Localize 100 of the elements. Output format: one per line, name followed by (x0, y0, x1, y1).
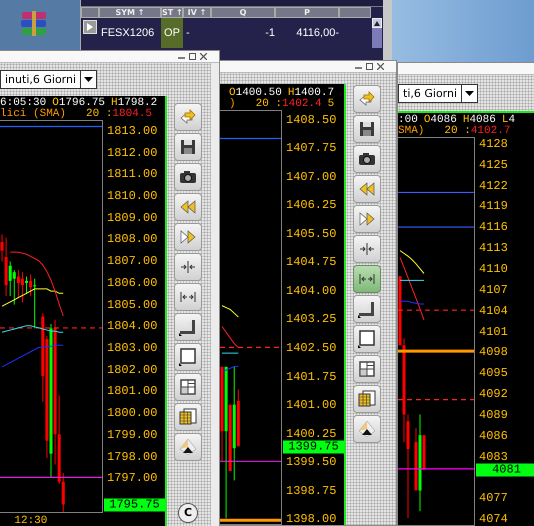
price-label: 1810.00 (107, 190, 158, 202)
expand-row-button[interactable] (83, 20, 97, 34)
price-label: 4110 (479, 262, 508, 275)
price-label: 1811.00 (107, 168, 158, 180)
price-label: 1402.50 (286, 342, 336, 354)
save-button[interactable] (174, 133, 202, 161)
quote-label: L (502, 115, 508, 126)
maximize-icon[interactable] (366, 63, 373, 70)
price-label: 1407.75 (286, 142, 336, 154)
pyramid-icon (357, 419, 377, 439)
fast-forward-button[interactable] (353, 205, 381, 233)
price-label: 1404.00 (286, 284, 336, 297)
table-cell-text: 4116,00- (295, 26, 339, 41)
table-cell-text: - (185, 26, 191, 41)
scrollbar[interactable] (372, 18, 382, 48)
zoom-out-button[interactable] (353, 265, 381, 293)
timeframe-dropdown[interactable]: inuti,6 Giorni (0, 70, 98, 89)
layout-button[interactable] (174, 373, 202, 401)
table-button[interactable] (174, 403, 202, 431)
quote-label: 20 : (444, 126, 471, 137)
save-button[interactable] (353, 115, 381, 143)
square-icon (357, 329, 377, 349)
price-label: 1401.75 (286, 370, 336, 382)
price-label: 1401.00 (286, 399, 336, 412)
price-label: 1806.00 (107, 276, 158, 289)
price-label: 1399.50 (286, 456, 336, 468)
quote-value: SMA) (398, 126, 424, 137)
quote-label: H (462, 115, 470, 126)
column-header[interactable]: Q (211, 7, 275, 18)
status-cell: OP (161, 18, 183, 48)
price-label: 1805.00 (107, 298, 158, 311)
price-label: 4077 (479, 492, 508, 504)
grid-icon (357, 359, 377, 379)
price-label: 1802.00 (107, 364, 158, 376)
quote-value: lici (SMA) (0, 109, 66, 120)
ruler-button[interactable] (353, 295, 381, 323)
last-price-tag: 4081 (476, 464, 534, 477)
quote-value: ) (229, 99, 236, 110)
table-cell-text: -1 (264, 26, 275, 41)
square-icon (178, 347, 198, 367)
play-icon (87, 23, 93, 31)
pyramid-icon (178, 437, 198, 457)
refresh-button[interactable] (353, 85, 381, 113)
pyramid-button[interactable] (174, 433, 202, 461)
price-label: 1801.00 (107, 385, 158, 398)
timeframe-dropdown[interactable]: ti,6 Giorni (398, 84, 478, 102)
ruler-button[interactable] (174, 313, 202, 341)
price-label: 4098 (479, 346, 508, 358)
price-label: 1407.00 (286, 170, 336, 183)
quote-label: 5 (328, 99, 334, 110)
save-icon (178, 137, 198, 157)
table-cell-text: FESX1206 (100, 26, 156, 41)
quote-value: 4086 (430, 115, 457, 126)
last-price-tag: 1795.75 (104, 498, 165, 512)
price-label: 1408.50 (286, 114, 336, 126)
ruler-icon (178, 317, 198, 337)
snapshot-button[interactable] (353, 145, 381, 173)
quote-value: 1796.75 (58, 98, 106, 109)
price-label: 4125 (479, 158, 508, 171)
pyramid-button[interactable] (353, 415, 381, 443)
price-label: 1808.00 (107, 233, 158, 246)
table-button[interactable] (353, 385, 381, 413)
price-label: 4116 (479, 221, 508, 234)
price-label: 4095 (479, 367, 508, 380)
price-label: 4122 (479, 180, 508, 192)
price-label: 4074 (479, 513, 508, 526)
zoom-out-button[interactable] (174, 283, 202, 311)
zoom-in-button[interactable] (353, 235, 381, 263)
scroll-up-icon[interactable] (374, 20, 380, 26)
price-label: 4089 (479, 408, 508, 421)
price-label: 1800.00 (107, 407, 158, 420)
snapshot-button[interactable] (174, 163, 202, 191)
layout-button[interactable] (353, 355, 381, 383)
price-label: 1803.00 (107, 342, 158, 354)
fast-forward-button[interactable] (174, 223, 202, 251)
price-label: 1404.75 (286, 256, 336, 268)
frame-button[interactable] (174, 343, 202, 371)
close-icon[interactable] (200, 53, 207, 60)
maximize-icon[interactable] (189, 53, 196, 60)
rewind-button[interactable] (174, 193, 202, 221)
column-header[interactable]: IV ↑ (183, 7, 211, 18)
grid-icon (178, 377, 198, 397)
close-icon[interactable] (377, 63, 384, 70)
column-header[interactable]: ST ↑ (161, 7, 183, 18)
time-label: 12:30 (14, 514, 48, 526)
caret-icon (84, 77, 94, 82)
quote-value: 6:05:30 (0, 98, 46, 109)
quote-value: 1798.2 (118, 98, 158, 109)
refresh-button[interactable] (174, 103, 202, 131)
price-label: 1809.00 (107, 212, 158, 224)
column-header[interactable]: SYM ↑ (99, 7, 161, 18)
frame-button[interactable] (353, 325, 381, 353)
column-header[interactable]: P (275, 7, 339, 18)
price-label: 4104 (479, 304, 508, 317)
quote-label: H (288, 88, 294, 99)
round-button[interactable]: C (178, 503, 198, 523)
rewind-button[interactable] (353, 175, 381, 203)
price-label: 1804.00 (107, 320, 158, 332)
quote-label: O (52, 98, 59, 109)
zoom-in-button[interactable] (174, 253, 202, 281)
